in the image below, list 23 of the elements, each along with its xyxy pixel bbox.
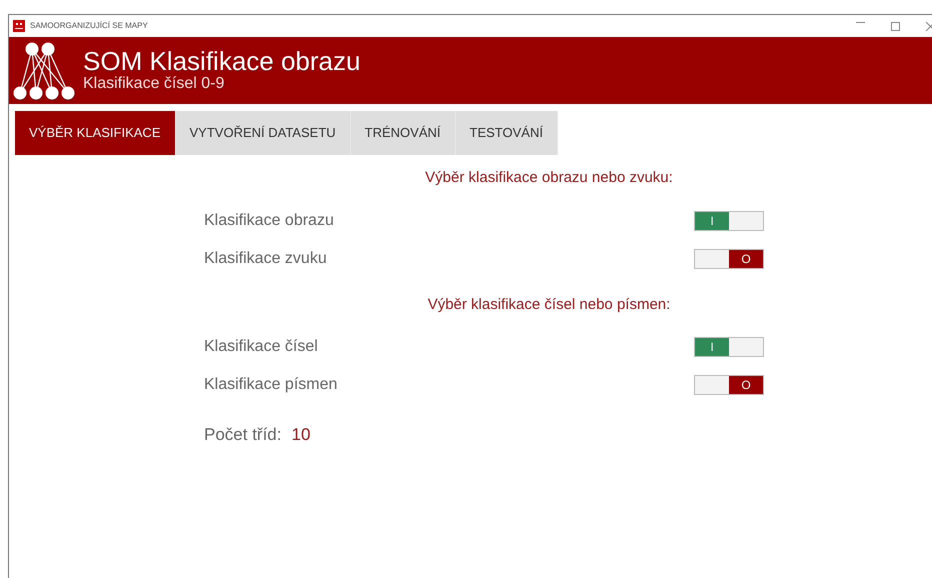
toggle-switch[interactable]: I [694,210,764,230]
toggle-switch[interactable]: O [694,248,764,268]
network-logo-icon [13,40,75,100]
app-icon [13,20,25,32]
tab[interactable]: TESTOVÁNÍ [456,111,558,155]
tab[interactable]: VYTVOŘENÍ DATASETU [176,111,351,155]
option-label: Klasifikace písmen [204,375,338,395]
option-label: Klasifikace zvuku [204,248,328,268]
section-heading: Výběr klasifikace obrazu nebo zvuku: [424,168,674,188]
toggle-switch[interactable]: O [694,375,764,395]
close-icon[interactable] [926,22,932,30]
count-value: 10 [291,424,310,446]
maximize-icon[interactable] [891,22,900,30]
option-label: Klasifikace obrazu [204,210,335,230]
toggle-switch[interactable]: I [694,337,764,357]
section-heading: Výběr klasifikace čísel nebo písmen: [426,294,672,314]
app-title: SOM Klasifikace obrazu [83,48,360,74]
tab[interactable]: VÝBĚR KLASIFIKACE [15,111,176,155]
tab[interactable]: TRÉNOVÁNÍ [350,111,456,155]
count-label: Počet tříd: [204,424,282,446]
option-label: Klasifikace čísel [204,337,319,357]
window-title: SAMOORGANIZUJÍCÍ SE MAPY [30,20,148,32]
app-subtitle: Klasifikace čísel 0-9 [83,74,226,94]
